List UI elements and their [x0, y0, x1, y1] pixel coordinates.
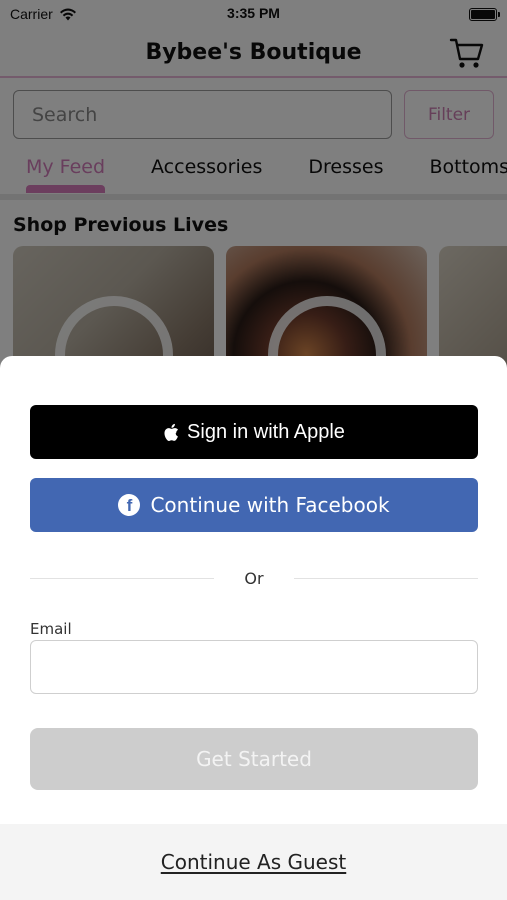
divider-line [30, 577, 215, 579]
guest-footer: Continue As Guest [0, 824, 507, 900]
continue-facebook-label: Continue with Facebook [150, 493, 390, 517]
sign-in-apple-label: Sign in with Apple [187, 420, 345, 443]
sign-in-apple-button[interactable]: Sign in with Apple [30, 405, 478, 459]
facebook-icon: f [118, 494, 141, 516]
email-label: Email [30, 620, 72, 638]
email-field[interactable] [30, 640, 478, 694]
apple-icon [164, 423, 179, 441]
continue-as-guest-link[interactable]: Continue As Guest [161, 850, 347, 874]
sign-in-sheet: Sign in with Apple f Continue with Faceb… [0, 356, 507, 900]
or-label: Or [244, 568, 264, 588]
get-started-button[interactable]: Get Started [30, 728, 478, 790]
divider-line [293, 577, 479, 579]
or-divider: Or [30, 564, 479, 592]
continue-facebook-button[interactable]: f Continue with Facebook [30, 478, 478, 532]
